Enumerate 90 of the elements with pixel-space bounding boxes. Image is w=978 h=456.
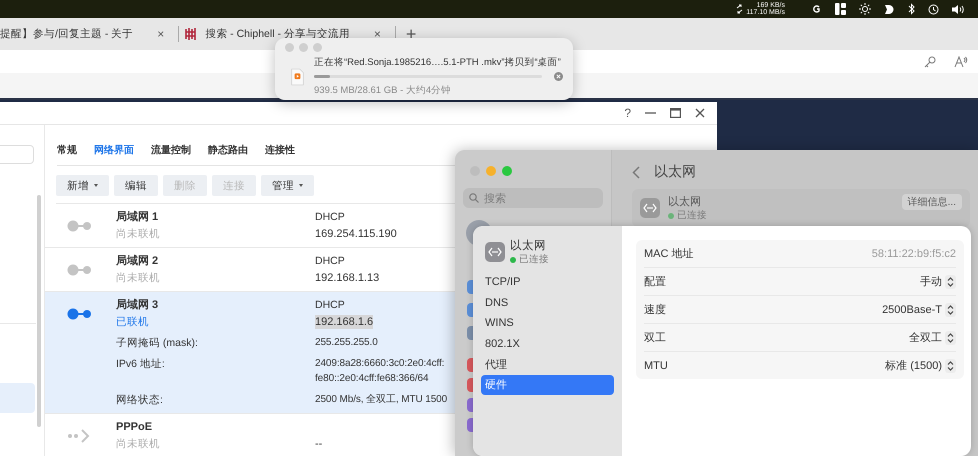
popup-menu[interactable]: 标准 (1500) xyxy=(885,358,956,373)
toolbar-button[interactable]: 编辑 xyxy=(114,175,158,196)
network-status: 已连接 xyxy=(677,209,707,222)
nav-item[interactable]: 硬件 xyxy=(481,374,614,395)
nav-item[interactable]: WINS xyxy=(481,313,614,334)
clock-icon[interactable] xyxy=(928,4,939,14)
up-down-chevron-icon xyxy=(945,274,956,288)
close-tab-icon[interactable]: × xyxy=(157,27,164,41)
ethernet-icon xyxy=(640,198,660,218)
interface-address: 192.168.1.6 xyxy=(315,315,374,329)
setting-label: 速度 xyxy=(644,302,666,317)
close-tab-icon[interactable]: × xyxy=(374,27,381,41)
network-status: 已连接 xyxy=(519,253,549,266)
browser-tab[interactable]: 提醒】参与/回复主题 - 关于 × xyxy=(0,23,172,45)
up-down-chevron-icon xyxy=(945,330,956,344)
interface-address: 192.168.1.13 xyxy=(315,271,380,285)
setting-label: 配置 xyxy=(644,275,666,289)
nav-item[interactable]: TCP/IP xyxy=(481,272,614,292)
search-field[interactable] xyxy=(0,145,34,164)
ethernet-icon xyxy=(485,242,505,262)
toolbar-button[interactable]: 管理 xyxy=(261,175,314,196)
category-icon[interactable] xyxy=(467,326,473,340)
popup-menu[interactable]: 手动 xyxy=(920,274,956,289)
category-icon[interactable] xyxy=(467,398,473,412)
category-icon[interactable] xyxy=(467,358,473,372)
detail-value: 255.255.255.0 xyxy=(315,336,378,350)
detail-value: 2500 Mb/s, 全双工, MTU 1500 xyxy=(315,393,448,407)
interface-address: 169.254.115.190 xyxy=(315,227,397,241)
details-button[interactable]: 详细信息... xyxy=(902,194,962,210)
interface-name: 局域网 2 xyxy=(116,254,158,268)
network-arrows-icon[interactable] xyxy=(736,4,744,14)
detail-label: 子网掩码 (mask): xyxy=(116,336,198,350)
interface-row[interactable]: 局域网 1 DHCP 尚未联机 169.254.115.190 xyxy=(45,204,455,248)
close-icon[interactable] xyxy=(695,108,705,118)
interface-mode: DHCP xyxy=(315,210,345,224)
tab[interactable]: 流量控制 xyxy=(151,143,191,157)
category-icon[interactable] xyxy=(467,418,473,432)
layout-icon[interactable] xyxy=(835,3,846,15)
interface-status: 尚未联机 xyxy=(116,437,160,451)
setting-value: 58:11:22:b9:f5:c2 xyxy=(872,248,956,260)
network-name: 以太网 xyxy=(510,238,547,253)
interface-address: -- xyxy=(315,437,322,451)
interface-status: 已联机 xyxy=(116,315,149,329)
detail-label: IPv6 地址: xyxy=(116,357,165,371)
scrollbar[interactable] xyxy=(37,195,41,427)
interface-row[interactable]: 局域网 3 DHCP 已联机 192.168.1.6 子网掩码 (mask): 255.255.255.0 IPv6 地址: 2409:8a28:6660:3c0:2e0:4cff: fe80::2e0:4cff:fe68:366/64 网络状态: 2500 Mb/s, 全双工, MTU 1500 xyxy=(45,292,455,414)
up-down-chevron-icon xyxy=(945,302,956,316)
site-favicon-icon xyxy=(185,27,198,41)
cancel-icon[interactable] xyxy=(554,72,563,81)
back-icon[interactable] xyxy=(632,166,640,178)
popup-menu[interactable]: 2500Base-T xyxy=(882,302,956,316)
setting-label: 双工 xyxy=(644,331,666,345)
copy-message: 正在将“Red.Sonja.1985216….5.1-PTH .mkv”拷贝到“桌面” xyxy=(314,56,562,69)
interface-name: 局域网 3 xyxy=(116,298,158,312)
tab[interactable]: 静态路由 xyxy=(208,143,248,157)
nav-item[interactable]: 802.1X xyxy=(481,334,614,354)
read-aloud-icon[interactable] xyxy=(954,56,968,68)
toolbar-button[interactable]: 新增 xyxy=(56,175,109,196)
copy-progress-text: 939.5 MB/28.61 GB - 大约4分钟 xyxy=(314,84,452,97)
detail-label: 网络状态: xyxy=(116,393,163,407)
setting-label: MTU xyxy=(644,360,668,372)
detail-value: 2409:8a28:6660:3c0:2e0:4cff: xyxy=(315,357,444,371)
bluetooth-icon[interactable] xyxy=(908,3,915,15)
popup-menu[interactable]: 全双工 xyxy=(909,330,956,345)
detail-value: fe80::2e0:4cff:fe68:366/64 xyxy=(315,372,428,386)
tab[interactable]: 连接性 xyxy=(265,143,295,157)
brightness-icon[interactable] xyxy=(859,3,871,15)
interface-mode: DHCP xyxy=(315,298,345,312)
category-icon[interactable] xyxy=(467,280,473,294)
window-title: 以太网 xyxy=(654,163,696,181)
category-icon[interactable] xyxy=(467,303,473,317)
nav-item[interactable]: 代理 xyxy=(481,354,614,374)
category-icon[interactable] xyxy=(467,378,473,392)
interface-name: 局域网 1 xyxy=(116,210,158,224)
volume-icon[interactable] xyxy=(952,4,966,14)
tab[interactable]: 网络界面 xyxy=(94,143,134,157)
interface-status: 尚未联机 xyxy=(116,227,160,241)
help-button[interactable]: ? xyxy=(624,106,631,120)
maximize-icon[interactable] xyxy=(670,108,681,118)
search-icon xyxy=(469,193,479,203)
network-name: 以太网 xyxy=(668,195,702,209)
setting-label: MAC 地址 xyxy=(644,247,694,261)
interface-mode: DHCP xyxy=(315,254,345,268)
interface-status: 尚未联机 xyxy=(116,271,160,285)
up-down-chevron-icon xyxy=(945,358,956,372)
d-shape-icon[interactable] xyxy=(884,4,895,14)
key-icon[interactable] xyxy=(924,56,936,68)
interface-name: PPPoE xyxy=(116,420,152,434)
tab[interactable]: 常规 xyxy=(57,143,77,157)
nav-item[interactable]: DNS xyxy=(481,292,614,313)
